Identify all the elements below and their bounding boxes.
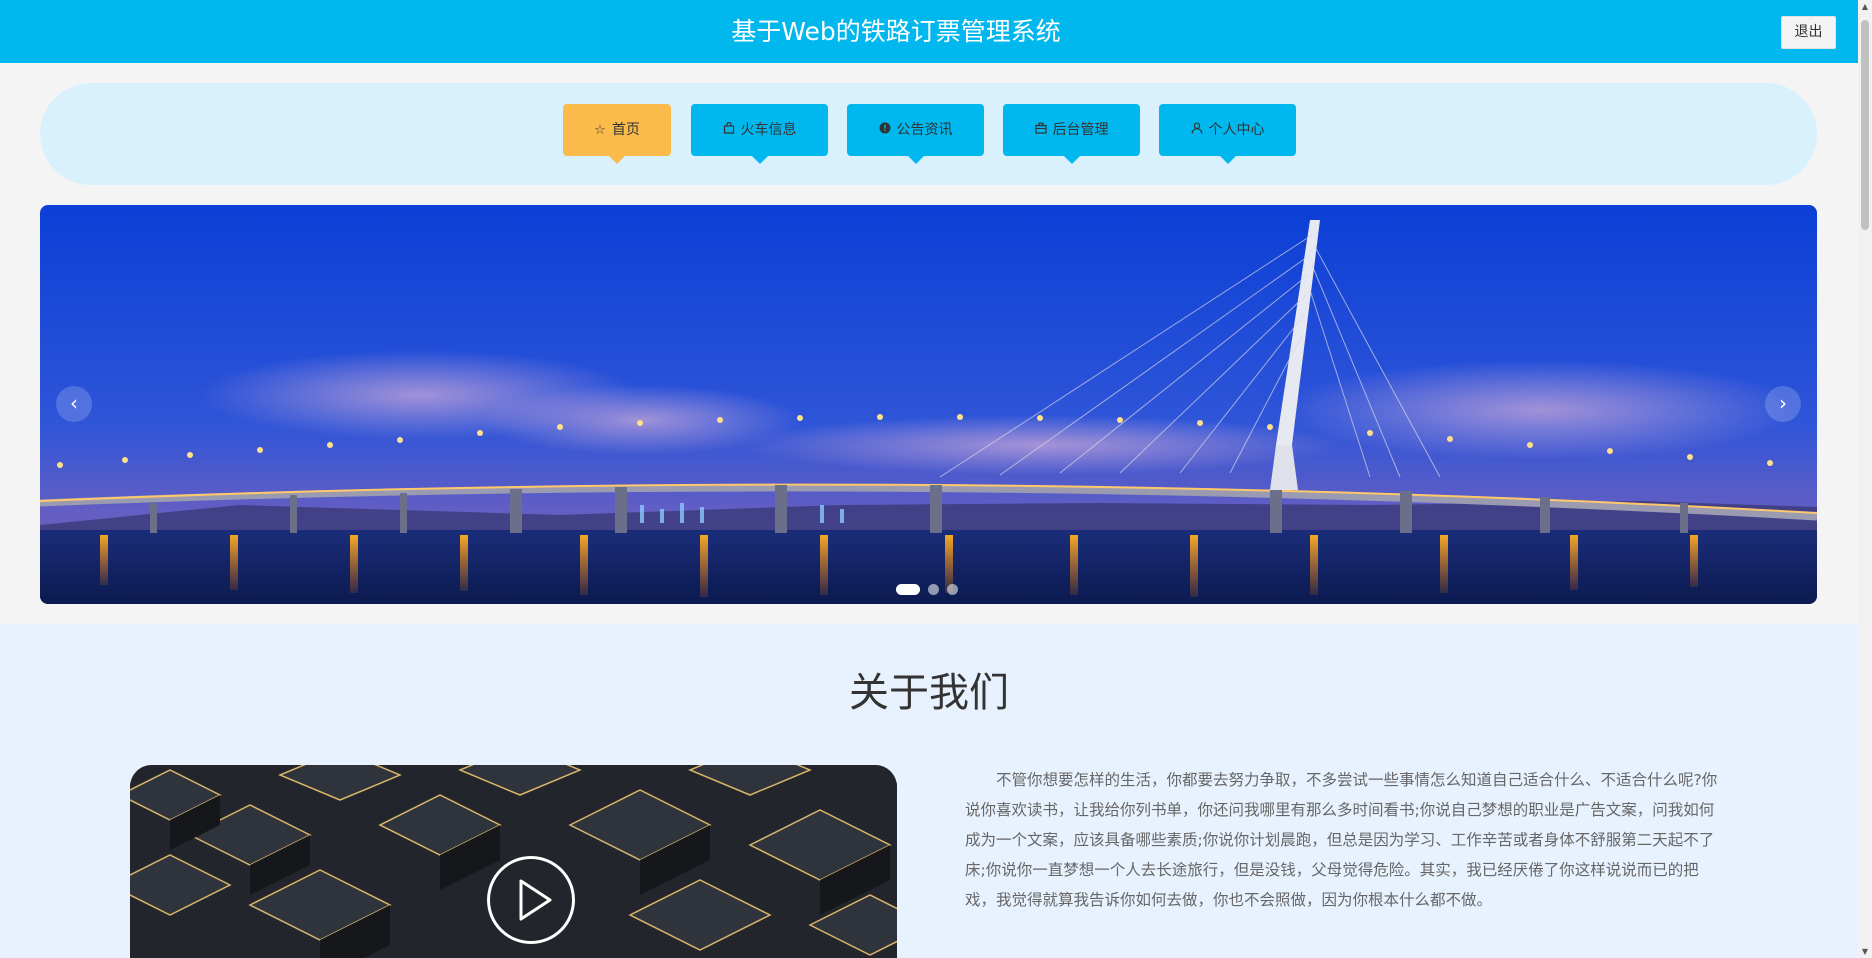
nav-item-profile[interactable]: 个人中心 — [1159, 104, 1296, 164]
scroll-up-arrow-icon[interactable]: ▲ — [1858, 2, 1872, 11]
about-text: 不管你想要怎样的生活，你都要去努力争取，不多尝试一些事情怎么知道自己适合什么、不… — [965, 771, 1718, 909]
video-play-button[interactable] — [487, 856, 575, 944]
nav-item-train-info[interactable]: 火车信息 — [691, 104, 828, 164]
carousel-prev-button[interactable]: ‹ — [56, 386, 92, 422]
nav-item-admin[interactable]: 后台管理 — [1003, 104, 1140, 164]
star-icon: ☆ — [594, 123, 606, 138]
chevron-left-icon: ‹ — [70, 391, 78, 415]
carousel-indicators — [896, 579, 966, 598]
briefcase-icon — [1034, 105, 1047, 157]
info-circle-icon — [879, 105, 891, 157]
banner-carousel[interactable]: ‹ › — [40, 205, 1817, 604]
top-header: 基于Web的铁路订票管理系统 退出 — [0, 0, 1858, 63]
nav-item-home[interactable]: ☆ 首页 — [563, 104, 671, 164]
play-icon — [519, 879, 552, 921]
nav-item-label: 公告资讯 — [896, 122, 953, 138]
page-scrollbar[interactable]: ▲ ▼ — [1858, 0, 1872, 958]
carousel-dot-3[interactable] — [947, 584, 958, 595]
nav-item-announcements[interactable]: 公告资讯 — [847, 104, 984, 164]
nav-item-label: 个人中心 — [1208, 122, 1265, 138]
about-video[interactable] — [130, 765, 897, 958]
carousel-next-button[interactable]: › — [1765, 386, 1801, 422]
main-nav: ☆ 首页 火车信息 公告资讯 后台管理 个人中心 — [40, 83, 1817, 185]
logout-button[interactable]: 退出 — [1781, 16, 1836, 49]
user-icon — [1191, 105, 1203, 157]
site-title: 基于Web的铁路订票管理系统 — [731, 17, 1061, 46]
nav-item-label: 首页 — [611, 122, 640, 138]
chevron-right-icon: › — [1779, 391, 1787, 415]
banner-image-bridge — [40, 205, 1817, 604]
scrollbar-thumb[interactable] — [1861, 20, 1869, 230]
carousel-dot-2[interactable] — [928, 584, 939, 595]
about-title: 关于我们 — [849, 670, 1009, 716]
bag-icon — [723, 105, 735, 157]
nav-item-label: 火车信息 — [740, 122, 797, 138]
about-section: 关于我们 不管你想要怎样的生活，你都要去努力争取，不多尝试一些事情怎么知道自己适… — [0, 624, 1858, 958]
carousel-dot-1[interactable] — [896, 584, 920, 595]
scroll-down-arrow-icon[interactable]: ▼ — [1858, 947, 1872, 956]
nav-item-label: 后台管理 — [1052, 122, 1109, 138]
